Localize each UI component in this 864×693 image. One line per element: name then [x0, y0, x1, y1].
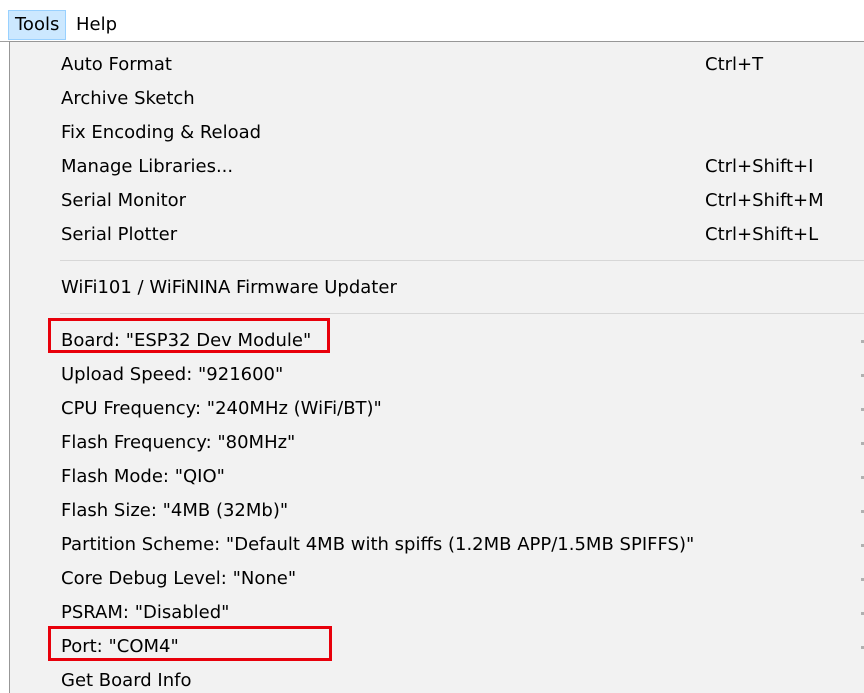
menu-item-label: Serial Plotter [61, 224, 178, 245]
menu-item-serial-plotter[interactable]: Serial Plotter Ctrl+Shift+L [10, 218, 864, 252]
menu-item-label: Fix Encoding & Reload [61, 122, 262, 143]
menu-item-flash-frequency[interactable]: Flash Frequency: "80MHz" [10, 426, 864, 460]
menu-item-label: PSRAM: "Disabled" [61, 602, 230, 623]
menu-item-flash-size[interactable]: Flash Size: "4MB (32Mb)" [10, 494, 864, 528]
menu-item-label: Flash Size: "4MB (32Mb)" [61, 500, 289, 521]
menu-item-label: Get Board Info [61, 670, 192, 691]
menu-item-shortcut: Ctrl+Shift+L [705, 224, 819, 245]
menu-item-archive-sketch[interactable]: Archive Sketch [10, 82, 864, 116]
tools-dropdown-menu: Auto Format Ctrl+T Archive Sketch Fix En… [9, 41, 864, 693]
menu-tools[interactable]: Tools [8, 10, 67, 40]
menu-separator [60, 313, 864, 314]
menu-item-auto-format[interactable]: Auto Format Ctrl+T [10, 48, 864, 82]
menu-item-psram[interactable]: PSRAM: "Disabled" [10, 596, 864, 630]
menu-item-fix-encoding[interactable]: Fix Encoding & Reload [10, 116, 864, 150]
menu-help[interactable]: Help [72, 10, 121, 40]
menu-item-firmware-updater[interactable]: WiFi101 / WiFiNINA Firmware Updater [10, 271, 864, 305]
menu-item-shortcut: Ctrl+Shift+I [705, 156, 814, 177]
menu-item-port[interactable]: Port: "COM4" [10, 630, 864, 664]
menu-item-label: Auto Format [61, 54, 172, 75]
menu-item-upload-speed[interactable]: Upload Speed: "921600" [10, 358, 864, 392]
menu-separator [60, 260, 864, 261]
menu-item-label: Partition Scheme: "Default 4MB with spif… [61, 534, 695, 555]
arduino-ide-window: Tools Help Auto Format Ctrl+T Archive Sk… [0, 0, 864, 693]
menu-item-cpu-frequency[interactable]: CPU Frequency: "240MHz (WiFi/BT)" [10, 392, 864, 426]
menu-item-serial-monitor[interactable]: Serial Monitor Ctrl+Shift+M [10, 184, 864, 218]
menu-bar: Tools Help [0, 0, 864, 42]
menu-item-label: Manage Libraries... [61, 156, 234, 177]
menu-item-label: Port: "COM4" [61, 636, 179, 657]
menu-item-label: Core Debug Level: "None" [61, 568, 297, 589]
menu-item-shortcut: Ctrl+Shift+M [705, 190, 824, 211]
menu-item-label: Upload Speed: "921600" [61, 364, 284, 385]
menu-item-get-board-info[interactable]: Get Board Info [10, 664, 864, 693]
menu-item-flash-mode[interactable]: Flash Mode: "QIO" [10, 460, 864, 494]
menu-item-core-debug-level[interactable]: Core Debug Level: "None" [10, 562, 864, 596]
menu-item-label: Flash Frequency: "80MHz" [61, 432, 296, 453]
menu-item-board[interactable]: Board: "ESP32 Dev Module" [10, 324, 864, 358]
menu-item-label: CPU Frequency: "240MHz (WiFi/BT)" [61, 398, 382, 419]
menu-item-manage-libraries[interactable]: Manage Libraries... Ctrl+Shift+I [10, 150, 864, 184]
menu-item-partition-scheme[interactable]: Partition Scheme: "Default 4MB with spif… [10, 528, 864, 562]
menu-item-label: Board: "ESP32 Dev Module" [61, 330, 312, 351]
menu-item-label: Serial Monitor [61, 190, 187, 211]
menu-item-label: Flash Mode: "QIO" [61, 466, 225, 487]
menu-item-label: Archive Sketch [61, 88, 195, 109]
menu-item-label: WiFi101 / WiFiNINA Firmware Updater [61, 277, 397, 298]
menu-item-shortcut: Ctrl+T [705, 54, 764, 75]
